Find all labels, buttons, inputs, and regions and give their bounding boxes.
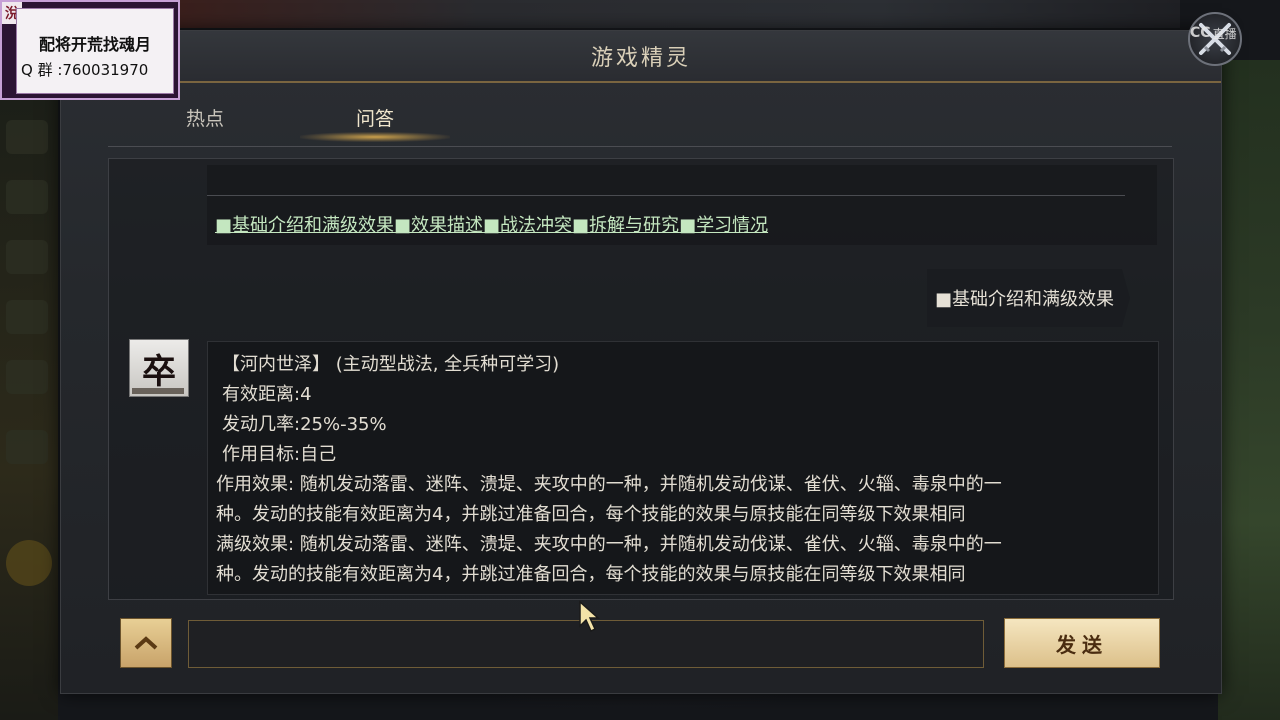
overlay-title: 配将开荒找魂月 bbox=[38, 35, 151, 54]
topic-link-basic[interactable]: ■基础介绍和满级效果 bbox=[215, 215, 394, 236]
topic-link-conflict[interactable]: ■战法冲突 bbox=[483, 215, 572, 236]
tab-divider bbox=[108, 146, 1172, 147]
background-top-bar bbox=[180, 0, 1180, 28]
tab-qa[interactable]: 问答 bbox=[300, 88, 450, 146]
topic-link-learning[interactable]: ■学习情况 bbox=[679, 215, 768, 236]
send-button[interactable]: 发送 bbox=[1004, 618, 1160, 668]
topic-link-effect[interactable]: ■效果描述 bbox=[394, 215, 483, 236]
mouse-cursor-icon bbox=[579, 600, 600, 633]
divider bbox=[207, 195, 1125, 196]
dialog-header: 游戏精灵 bbox=[61, 31, 1221, 83]
chat-area[interactable]: ■基础介绍和满级效果■效果描述■战法冲突■拆解与研究■学习情况 ■基础介绍和满级… bbox=[108, 158, 1174, 600]
cc-label: 直播 bbox=[1212, 26, 1237, 41]
answer-range: 有效距离:4 bbox=[222, 384, 312, 405]
dialog-title: 游戏精灵 bbox=[590, 46, 691, 71]
user-message-bubble: ■基础介绍和满级效果 bbox=[927, 269, 1131, 327]
tab-bar: 热点 问答 bbox=[60, 88, 1160, 146]
overlay-qq-group: Q 群 :760031970 bbox=[21, 61, 149, 79]
game-screen: 游戏精灵 热点 问答 ■基础介绍和满级效果■效果描述■战法冲突■拆解与研究■学习… bbox=[0, 0, 1280, 720]
answer-max-line1: 满级效果: 随机发动落雷、迷阵、溃堤、夹攻中的一种，并随机发动伐谋、雀伏、火辎、… bbox=[216, 534, 1002, 555]
stream-overlay: 涗 配将开荒找魂月 Q 群 :760031970 bbox=[0, 0, 180, 100]
answer-message-bubble: 【河内世泽】 (主动型战法, 全兵种可学习) 有效距离:4 发动几率:25%-3… bbox=[207, 341, 1159, 595]
topic-link-research[interactable]: ■拆解与研究 bbox=[572, 215, 679, 236]
cc-logo: CC bbox=[1190, 25, 1211, 41]
answer-max-line2: 种。发动的技能有效距离为4，并跳过准备回合，每个技能的效果与原技能在同等级下效果… bbox=[216, 564, 966, 585]
background-left-panel bbox=[0, 100, 58, 720]
overlay-card: 配将开荒找魂月 Q 群 :760031970 bbox=[16, 8, 174, 94]
answer-target: 作用目标:自己 bbox=[222, 444, 337, 465]
answer-header: 【河内世泽】 (主动型战法, 全兵种可学习) bbox=[222, 354, 560, 375]
wizard-avatar: 卒 bbox=[129, 339, 189, 397]
topic-menu: ■基础介绍和满级效果■效果描述■战法冲突■拆解与研究■学习情况 bbox=[207, 165, 1157, 245]
answer-effect-line1: 作用效果: 随机发动落雷、迷阵、溃堤、夹攻中的一种，并随机发动伐谋、雀伏、火辎、… bbox=[216, 474, 1002, 495]
cc-live-watermark: CC 直播 bbox=[1190, 24, 1237, 42]
avatar-glyph: 卒 bbox=[142, 351, 176, 392]
answer-chance: 发动几率:25%-35% bbox=[222, 414, 387, 435]
answer-effect-line2: 种。发动的技能有效距离为4，并跳过准备回合，每个技能的效果与原技能在同等级下效果… bbox=[216, 504, 966, 525]
topic-links: ■基础介绍和满级效果■效果描述■战法冲突■拆解与研究■学习情况 bbox=[215, 211, 768, 237]
chevron-up-icon bbox=[134, 636, 158, 650]
background-right-map bbox=[1218, 60, 1280, 720]
expand-up-button[interactable] bbox=[120, 618, 172, 668]
